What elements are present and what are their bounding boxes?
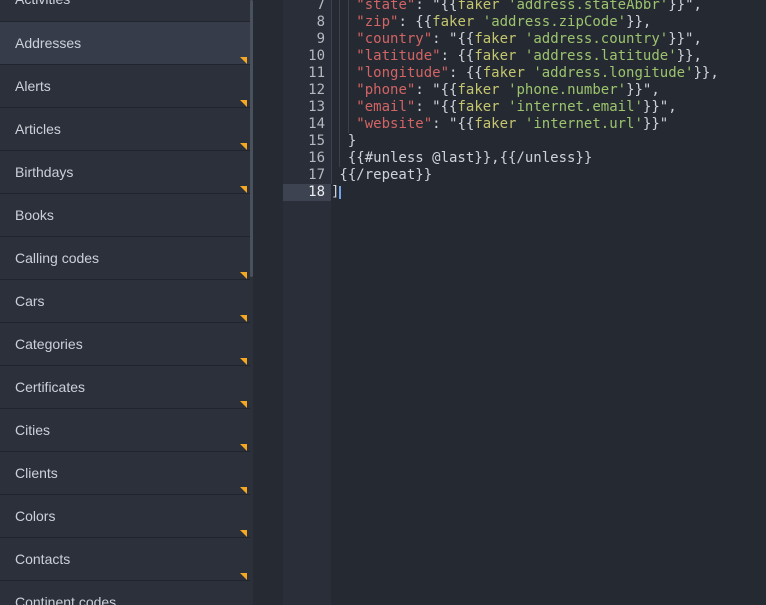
sidebar-item-label: Addresses [0, 22, 250, 64]
code-line: "longitude": {{faker 'address.longitude'… [331, 65, 766, 82]
code-lines: "state": "{{faker 'address.stateAbbr'}}"… [331, 0, 766, 201]
modified-corner-icon [240, 186, 247, 193]
editor-content[interactable]: "state": "{{faker 'address.stateAbbr'}}"… [331, 0, 766, 605]
sidebar-item-label: Alerts [0, 65, 250, 107]
modified-corner-icon [240, 487, 247, 494]
code-line: ] [331, 184, 766, 201]
sidebar-item-label: Continent codes [0, 581, 250, 605]
modified-corner-icon [240, 272, 247, 279]
sidebar-item-articles[interactable]: Articles [0, 107, 250, 150]
line-number: 18 [283, 184, 331, 201]
sidebar-item-label: Articles [0, 108, 250, 150]
line-number: 10 [283, 48, 331, 65]
code-editor[interactable]: 789101112131415161718 "state": "{{faker … [283, 0, 766, 605]
sidebar-item-colors[interactable]: Colors [0, 494, 250, 537]
indent-guide [339, 0, 340, 167]
code-line: "latitude": {{faker 'address.latitude'}}… [331, 48, 766, 65]
sidebar-item-activities[interactable]: Activities [0, 0, 250, 21]
code-line: {{#unless @last}},{{/unless}} [331, 150, 766, 167]
sidebar-item-calling-codes[interactable]: Calling codes [0, 236, 250, 279]
line-number: 16 [283, 150, 331, 167]
sidebar-item-label: Cities [0, 409, 250, 451]
code-line: "phone": "{{faker 'phone.number'}}", [331, 82, 766, 99]
sidebar-item-cities[interactable]: Cities [0, 408, 250, 451]
sidebar-item-categories[interactable]: Categories [0, 322, 250, 365]
line-number: 12 [283, 82, 331, 99]
sidebar-item-clients[interactable]: Clients [0, 451, 250, 494]
line-number: 7 [283, 0, 331, 14]
indent-guide [331, 0, 332, 184]
sidebar-item-books[interactable]: Books [0, 193, 250, 236]
code-line: "country": "{{faker 'address.country'}}"… [331, 31, 766, 48]
sidebar-item-label: Contacts [0, 538, 250, 580]
sidebar-item-label: Activities [0, 0, 250, 20]
sidebar-item-cars[interactable]: Cars [0, 279, 250, 322]
line-number: 15 [283, 133, 331, 150]
modified-corner-icon [240, 358, 247, 365]
panel-divider [253, 0, 283, 605]
indent-guide [348, 0, 349, 133]
modified-corner-icon [240, 530, 247, 537]
sidebar-item-label: Birthdays [0, 151, 250, 193]
modified-corner-icon [240, 444, 247, 451]
sidebar-item-label: Calling codes [0, 237, 250, 279]
code-line: "email": "{{faker 'internet.email'}}", [331, 99, 766, 116]
line-numbers: 789101112131415161718 [283, 0, 331, 201]
sidebar-item-continent-codes[interactable]: Continent codes [0, 580, 250, 605]
code-line: "state": "{{faker 'address.stateAbbr'}}"… [331, 0, 766, 14]
sidebar-item-label: Categories [0, 323, 250, 365]
code-line: "zip": {{faker 'address.zipCode'}}, [331, 14, 766, 31]
sidebar-item-certificates[interactable]: Certificates [0, 365, 250, 408]
code-line: {{/repeat}} [331, 167, 766, 184]
sidebar-item-contacts[interactable]: Contacts [0, 537, 250, 580]
sidebar-item-addresses[interactable]: Addresses [0, 21, 250, 64]
editor-gutter: 789101112131415161718 [283, 0, 331, 605]
sidebar-item-label: Colors [0, 495, 250, 537]
modified-corner-icon [240, 315, 247, 322]
line-number: 13 [283, 99, 331, 116]
modified-corner-icon [240, 143, 247, 150]
sidebar-items: ActivitiesAddressesAlertsArticlesBirthda… [0, 0, 250, 605]
sidebar-item-label: Certificates [0, 366, 250, 408]
sidebar-item-label: Clients [0, 452, 250, 494]
app-window: ActivitiesAddressesAlertsArticlesBirthda… [0, 0, 766, 605]
sidebar-item-birthdays[interactable]: Birthdays [0, 150, 250, 193]
line-number: 11 [283, 65, 331, 82]
code-line: "website": "{{faker 'internet.url'}}" [331, 116, 766, 133]
sidebar-item-label: Cars [0, 280, 250, 322]
text-cursor [339, 186, 341, 199]
modified-corner-icon [240, 573, 247, 580]
modified-corner-icon [240, 57, 247, 64]
modified-corner-icon [240, 401, 247, 408]
line-number: 8 [283, 14, 331, 31]
line-number: 14 [283, 116, 331, 133]
sidebar-item-alerts[interactable]: Alerts [0, 64, 250, 107]
sidebar-item-label: Books [0, 194, 250, 236]
line-number: 17 [283, 167, 331, 184]
code-line: } [331, 133, 766, 150]
modified-corner-icon [240, 100, 247, 107]
sidebar: ActivitiesAddressesAlertsArticlesBirthda… [0, 0, 253, 605]
line-number: 9 [283, 31, 331, 48]
